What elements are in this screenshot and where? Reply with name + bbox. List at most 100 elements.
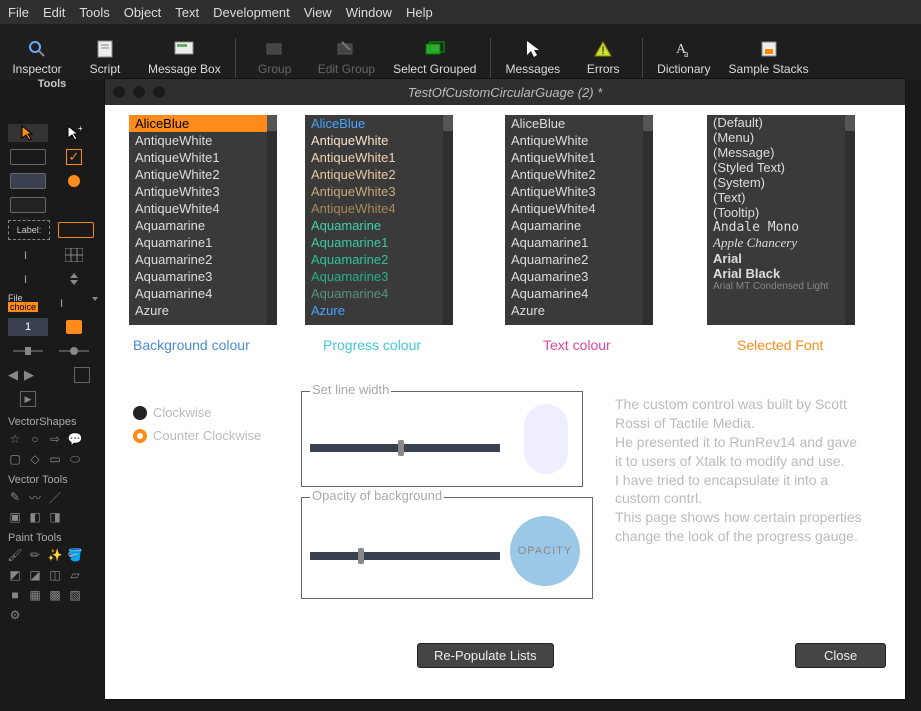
curve-icon[interactable]: 〰	[28, 490, 42, 504]
list-item[interactable]: AliceBlue	[305, 115, 453, 132]
poly2-icon[interactable]: ◧	[28, 510, 42, 524]
menu-file[interactable]: File	[8, 5, 29, 20]
speech-icon[interactable]: 💬	[68, 432, 82, 446]
list-item[interactable]: AntiqueWhite	[505, 132, 653, 149]
list-item[interactable]: AntiqueWhite4	[129, 200, 277, 217]
group-button[interactable]: Group	[242, 36, 308, 78]
pencil-icon[interactable]: ✏	[28, 548, 42, 562]
p3-icon[interactable]: ◫	[48, 568, 62, 582]
vslider-tool[interactable]	[54, 342, 94, 360]
label-tool[interactable]: Label:	[8, 220, 50, 240]
text3-tool[interactable]: I	[44, 294, 84, 312]
poly1-icon[interactable]: ▣	[8, 510, 22, 524]
menu-text[interactable]: Text	[175, 5, 199, 20]
menu-window[interactable]: Window	[346, 5, 392, 20]
list-item[interactable]: Aquamarine1	[505, 234, 653, 251]
dropdown-arrow-icon[interactable]	[90, 294, 100, 304]
list-item[interactable]: Aquamarine4	[305, 285, 453, 302]
list-item[interactable]: (Tooltip)	[707, 205, 855, 220]
square-icon[interactable]: ▢	[8, 452, 22, 466]
field-tool[interactable]	[56, 221, 96, 239]
eraser-icon[interactable]: ▱	[68, 568, 82, 582]
list-item[interactable]: Aquamarine	[305, 217, 453, 234]
p1-icon[interactable]: ◩	[8, 568, 22, 582]
selectgrouped-button[interactable]: Select Grouped	[385, 36, 484, 78]
menu-view[interactable]: View	[304, 5, 332, 20]
misc-tool[interactable]	[62, 366, 102, 384]
brush-icon[interactable]: 🖌	[8, 548, 22, 562]
arrow-left-icon[interactable]: ◀	[8, 367, 18, 383]
list-item[interactable]: AliceBlue	[505, 115, 653, 132]
list-item[interactable]: Arial Black	[707, 266, 855, 281]
s1-icon[interactable]: ■	[8, 588, 22, 602]
errors-button[interactable]: ! Errors	[570, 36, 636, 78]
title-bar[interactable]: TestOfCustomCircularGuage (2) *	[105, 79, 905, 105]
counterclockwise-radio[interactable]: Counter Clockwise	[133, 428, 261, 443]
inspector-button[interactable]: Inspector	[4, 36, 70, 78]
background-color-list[interactable]: AliceBlue AntiqueWhite AntiqueWhite1 Ant…	[129, 115, 277, 325]
s4-icon[interactable]: ▧	[68, 588, 82, 602]
list-item[interactable]: AntiqueWhite3	[505, 183, 653, 200]
list-item[interactable]: Aquamarine2	[505, 251, 653, 268]
list-item[interactable]: Azure	[305, 302, 453, 319]
circle-icon[interactable]: ○	[28, 432, 42, 446]
progress-color-list[interactable]: AliceBlueAntiqueWhiteAntiqueWhite1Antiqu…	[305, 115, 453, 325]
repopulate-button[interactable]: Re-Populate Lists	[417, 643, 554, 668]
spray-icon[interactable]: ✨	[48, 548, 62, 562]
scrollbar[interactable]	[267, 115, 277, 325]
menu-help[interactable]: Help	[406, 5, 433, 20]
hslider-tool[interactable]	[8, 342, 48, 360]
list-item[interactable]: AntiqueWhite1	[505, 149, 653, 166]
list-item[interactable]: Aquamarine4	[129, 285, 277, 302]
arrow-plus-tool[interactable]: +	[54, 124, 94, 142]
list-item[interactable]: AntiqueWhite1	[305, 149, 453, 166]
list-item[interactable]: AntiqueWhite4	[305, 200, 453, 217]
list-item[interactable]: Aquamarine1	[305, 234, 453, 251]
p2-icon[interactable]: ◪	[28, 568, 42, 582]
arrowshape-icon[interactable]: ⇨	[48, 432, 62, 446]
list-item[interactable]: Aquamarine3	[129, 268, 277, 285]
scrollbar[interactable]	[845, 115, 855, 325]
list-item[interactable]: AntiqueWhite3	[129, 183, 277, 200]
pen-icon[interactable]: ✎	[8, 490, 22, 504]
list-item[interactable]: AliceBlue	[129, 115, 277, 132]
pill-icon[interactable]: ⬭	[68, 452, 82, 466]
list-item[interactable]: Azure	[129, 302, 277, 319]
list-item[interactable]: Andale Mono	[707, 220, 855, 235]
list-item[interactable]: AntiqueWhite2	[305, 166, 453, 183]
list-item[interactable]: AntiqueWhite1	[129, 149, 277, 166]
dictionary-button[interactable]: Aa Dictionary	[649, 36, 718, 78]
list-item[interactable]: Aquamarine	[505, 217, 653, 234]
list-item[interactable]: AntiqueWhite	[129, 132, 277, 149]
messages-button[interactable]: Messages	[497, 36, 568, 78]
list-item[interactable]: (Default)	[707, 115, 855, 130]
list-item[interactable]: Azure	[505, 302, 653, 319]
menu-edit[interactable]: Edit	[43, 5, 65, 20]
stepper-tool[interactable]	[54, 270, 94, 288]
scrollbar[interactable]	[643, 115, 653, 325]
bucket-icon[interactable]: 🪣	[68, 548, 82, 562]
poly3-icon[interactable]: ◨	[48, 510, 62, 524]
list-item[interactable]: Aquamarine4	[505, 285, 653, 302]
opacity-slider[interactable]	[310, 552, 500, 560]
text2-tool[interactable]: I	[8, 270, 48, 288]
rect-dark-tool[interactable]	[8, 196, 48, 214]
list-item[interactable]: Aquamarine1	[129, 234, 277, 251]
list-item[interactable]: Aquamarine3	[505, 268, 653, 285]
menu-tools[interactable]: Tools	[79, 5, 109, 20]
close-button[interactable]: Close	[795, 643, 886, 668]
list-item[interactable]: (Menu)	[707, 130, 855, 145]
rect-outline-tool[interactable]	[8, 148, 48, 166]
gear-icon[interactable]: ⚙	[8, 608, 22, 622]
checkbox-tool[interactable]: ✓	[54, 148, 94, 166]
menu-object[interactable]: Object	[124, 5, 162, 20]
roundrect-icon[interactable]: ▭	[48, 452, 62, 466]
one-tool[interactable]: 1	[8, 318, 48, 336]
messagebox-button[interactable]: Message Box	[140, 36, 229, 78]
play-tool[interactable]: ▶	[8, 390, 48, 408]
arrow-tool[interactable]	[8, 124, 48, 142]
samplestacks-button[interactable]: Sample Stacks	[721, 36, 817, 78]
scrollbar[interactable]	[443, 115, 453, 325]
list-item[interactable]: Apple Chancery	[707, 235, 855, 251]
list-item[interactable]: (Text)	[707, 190, 855, 205]
